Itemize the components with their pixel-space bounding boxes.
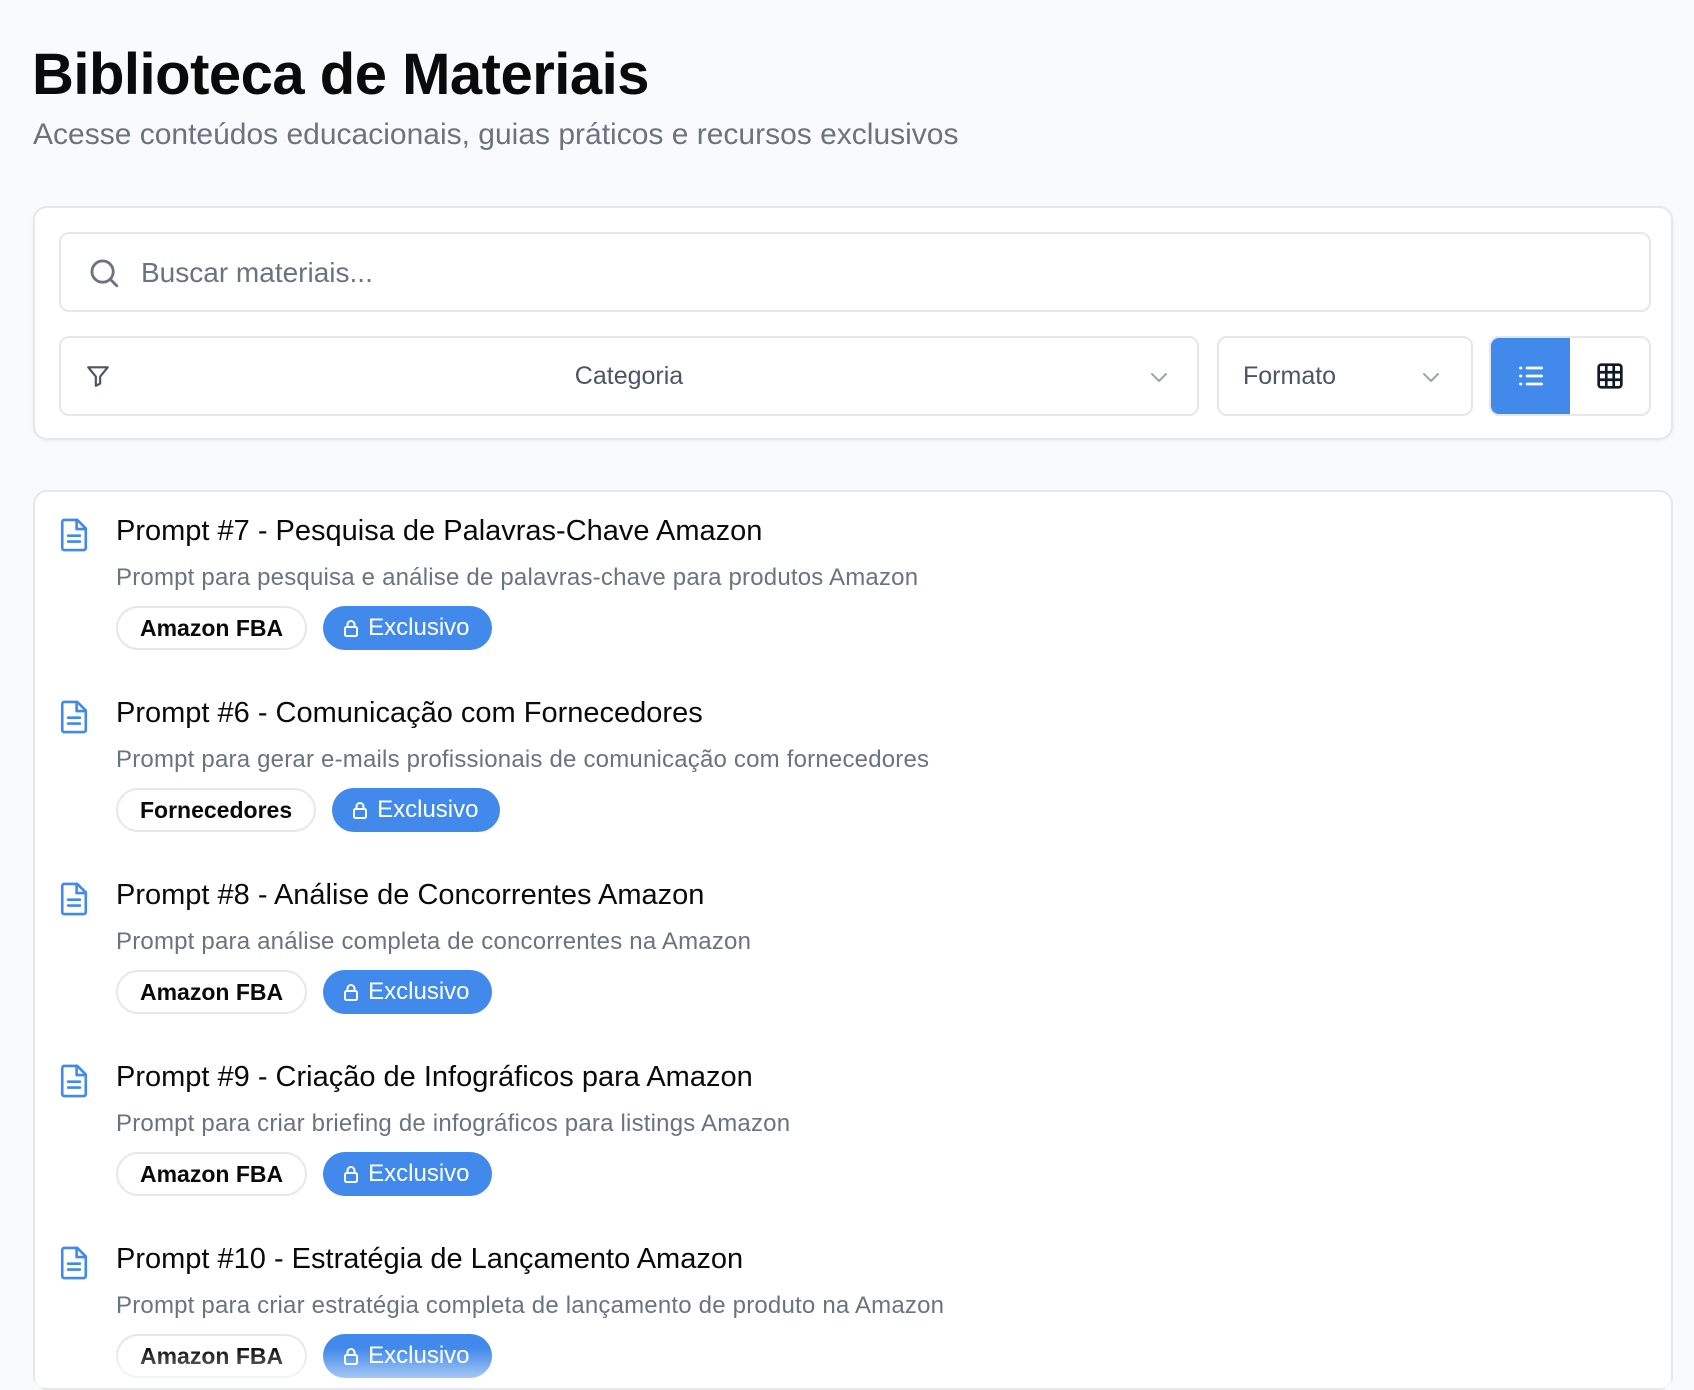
format-select-label: Formato xyxy=(1243,362,1337,390)
page-title: Biblioteca de Materiais xyxy=(32,42,650,107)
document-icon xyxy=(60,518,88,552)
material-description: Prompt para análise completa de concorre… xyxy=(116,928,752,955)
category-badge: Amazon FBA xyxy=(116,970,308,1014)
list-item[interactable]: Prompt #8 - Análise de Concorrentes Amaz… xyxy=(35,856,1671,1026)
material-tags: Amazon FBA Exclusivo xyxy=(116,970,492,1014)
material-title[interactable]: Prompt #9 - Criação de Infográficos para… xyxy=(116,1058,753,1096)
grid-view-button[interactable] xyxy=(1570,338,1649,414)
exclusive-badge-label: Exclusivo xyxy=(368,1160,470,1187)
search-icon xyxy=(90,259,119,288)
exclusive-badge-label: Exclusivo xyxy=(368,978,470,1005)
list-item[interactable]: Prompt #9 - Criação de Infográficos para… xyxy=(35,1038,1671,1208)
filter-panel: Categoria Formato xyxy=(33,206,1673,440)
lock-icon xyxy=(344,984,359,1001)
scroll-fade xyxy=(35,1348,1671,1388)
document-icon xyxy=(60,882,88,916)
list-item[interactable]: Prompt #6 - Comunicação com Fornecedores… xyxy=(35,674,1671,844)
exclusive-badge-label: Exclusivo xyxy=(377,796,479,823)
exclusive-badge: Exclusivo xyxy=(323,970,492,1014)
exclusive-badge: Exclusivo xyxy=(323,1152,492,1196)
document-icon xyxy=(60,1246,88,1280)
lock-icon xyxy=(353,802,368,819)
chevron-down-icon xyxy=(1423,373,1439,382)
material-description: Prompt para gerar e-mails profissionais … xyxy=(116,746,930,773)
material-tags: Amazon FBA Exclusivo xyxy=(116,1152,492,1196)
material-title[interactable]: Prompt #7 - Pesquisa de Palavras-Chave A… xyxy=(116,512,762,550)
material-tags: Fornecedores Exclusivo xyxy=(116,788,501,832)
search-input[interactable] xyxy=(139,248,1623,298)
exclusive-badge: Exclusivo xyxy=(332,788,501,832)
view-toggle xyxy=(1489,336,1651,416)
lock-icon xyxy=(344,620,359,637)
material-title[interactable]: Prompt #10 - Estratégia de Lançamento Am… xyxy=(116,1240,743,1278)
material-description: Prompt para pesquisa e análise de palavr… xyxy=(116,564,919,591)
exclusive-badge: Exclusivo xyxy=(323,606,492,650)
material-title[interactable]: Prompt #6 - Comunicação com Fornecedores xyxy=(116,694,703,732)
material-description: Prompt para criar briefing de infográfic… xyxy=(116,1110,791,1137)
exclusive-badge-label: Exclusivo xyxy=(368,614,470,641)
format-select[interactable]: Formato xyxy=(1217,336,1473,416)
material-tags: Amazon FBA Exclusivo xyxy=(116,606,492,650)
category-badge: Amazon FBA xyxy=(116,1152,308,1196)
list-icon xyxy=(1518,366,1543,386)
material-title[interactable]: Prompt #8 - Análise de Concorrentes Amaz… xyxy=(116,876,704,914)
grid-icon xyxy=(1596,363,1623,389)
chevron-down-icon xyxy=(1151,373,1167,382)
document-icon xyxy=(60,1064,88,1098)
page-subtitle: Acesse conteúdos educacionais, guias prá… xyxy=(33,118,959,151)
material-description: Prompt para criar estratégia completa de… xyxy=(116,1292,945,1319)
search-box[interactable] xyxy=(59,232,1651,312)
list-view-button[interactable] xyxy=(1491,338,1570,414)
document-icon xyxy=(60,700,88,734)
list-item[interactable]: Prompt #7 - Pesquisa de Palavras-Chave A… xyxy=(35,492,1671,662)
category-select[interactable]: Categoria xyxy=(59,336,1199,416)
category-badge: Amazon FBA xyxy=(116,606,308,650)
category-select-label: Categoria xyxy=(574,362,684,390)
lock-icon xyxy=(344,1166,359,1183)
category-badge: Fornecedores xyxy=(116,788,317,832)
materials-list: Prompt #7 - Pesquisa de Palavras-Chave A… xyxy=(33,490,1673,1390)
